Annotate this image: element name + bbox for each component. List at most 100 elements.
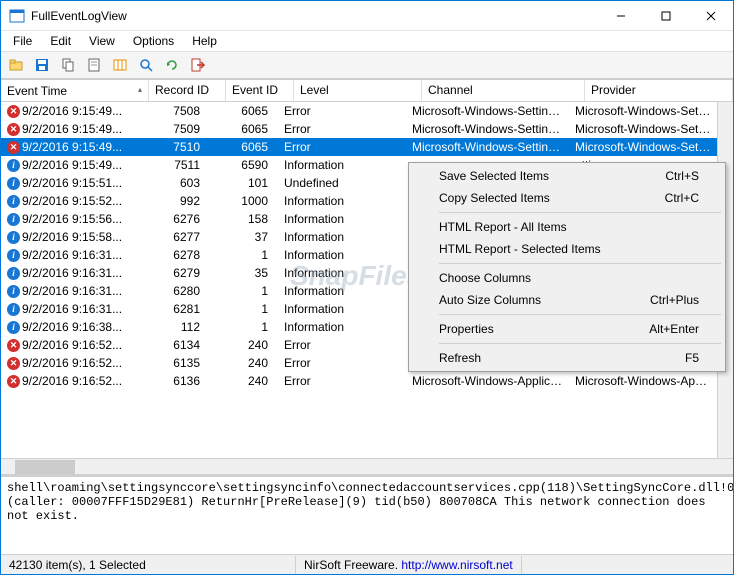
context-menu-item[interactable]: Copy Selected ItemsCtrl+C [411, 187, 723, 209]
cell-record-id: 112 [133, 319, 210, 335]
minimize-button[interactable] [598, 1, 643, 30]
cell-record-id: 6280 [133, 283, 210, 299]
context-menu-item[interactable]: HTML Report - Selected Items [411, 238, 723, 260]
table-row[interactable]: ✕9/2/2016 9:15:49...75096065ErrorMicroso… [1, 120, 733, 138]
window-title: FullEventLogView [31, 9, 598, 23]
cell-level: Error [278, 103, 406, 119]
cell-record-id: 6136 [133, 373, 210, 389]
menu-file[interactable]: File [5, 32, 40, 50]
horizontal-scrollbar[interactable] [1, 458, 733, 474]
info-icon: i [7, 213, 20, 226]
toolbar-exit-button[interactable] [187, 54, 209, 76]
menu-view[interactable]: View [81, 32, 123, 50]
maximize-button[interactable] [643, 1, 688, 30]
toolbar-columns-button[interactable] [109, 54, 131, 76]
sheet-icon [86, 57, 102, 73]
col-event-time[interactable]: Event Time▴ [1, 80, 149, 101]
refresh-icon [164, 57, 180, 73]
cell-time: 9/2/2016 9:16:52... [22, 356, 122, 370]
menu-separator [439, 263, 721, 264]
menu-label: Choose Columns [439, 271, 531, 285]
context-menu-item[interactable]: Properties Alt+Enter [411, 318, 723, 340]
toolbar-open-button[interactable] [5, 54, 27, 76]
col-provider[interactable]: Provider [585, 80, 733, 101]
col-channel[interactable]: Channel [422, 80, 585, 101]
nirsoft-link[interactable]: http://www.nirsoft.net [401, 558, 512, 572]
cell-event-id: 6590 [210, 157, 278, 173]
cell-record-id: 7511 [133, 157, 210, 173]
cell-level: Information [278, 157, 406, 173]
menu-label: Save Selected Items [439, 169, 549, 183]
menu-shortcut: Alt+Enter [649, 322, 699, 336]
sort-asc-icon: ▴ [138, 85, 142, 94]
context-menu[interactable]: Save Selected Items Ctrl+S Copy Selected I… [408, 162, 726, 372]
status-credits: NirSoft Freeware. http://www.nirsoft.net [296, 556, 522, 574]
cell-record-id: 7509 [133, 121, 210, 137]
cell-level: Error [278, 337, 406, 353]
context-menu-item[interactable]: RefreshF5 [411, 347, 723, 369]
toolbar-find-button[interactable] [135, 54, 157, 76]
search-icon [138, 57, 154, 73]
toolbar-copy-button[interactable] [57, 54, 79, 76]
info-icon: i [7, 195, 20, 208]
cell-record-id: 6277 [133, 229, 210, 245]
context-menu-item[interactable]: Auto Size ColumnsCtrl+Plus [411, 289, 723, 311]
save-icon [34, 57, 50, 73]
menu-shortcut: Ctrl+C [665, 191, 699, 205]
cell-provider: Microsoft-Windows-Setting [569, 121, 717, 137]
menu-label: Properties [439, 322, 494, 336]
toolbar-save-button[interactable] [31, 54, 53, 76]
error-icon: ✕ [7, 357, 20, 370]
cell-event-id: 240 [210, 355, 278, 371]
cell-level: Information [278, 193, 406, 209]
cell-channel: Microsoft-Windows-SettingSy... [406, 103, 569, 119]
cell-time: 9/2/2016 9:15:49... [22, 140, 122, 154]
context-menu-item[interactable]: HTML Report - All Items [411, 216, 723, 238]
menu-help[interactable]: Help [184, 32, 225, 50]
col-event-id[interactable]: Event ID [226, 80, 294, 101]
cell-time: 9/2/2016 9:16:52... [22, 338, 122, 352]
col-level[interactable]: Level [294, 80, 422, 101]
cell-event-id: 37 [210, 229, 278, 245]
cell-channel: Microsoft-Windows-SettingSy... [406, 121, 569, 137]
menu-edit[interactable]: Edit [42, 32, 79, 50]
cell-time: 9/2/2016 9:15:51... [22, 176, 122, 190]
table-row[interactable]: ✕9/2/2016 9:15:49...75086065ErrorMicroso… [1, 102, 733, 120]
info-icon: i [7, 267, 20, 280]
table-row[interactable]: ✕9/2/2016 9:16:52...6136240ErrorMicrosof… [1, 372, 733, 390]
menu-options[interactable]: Options [125, 32, 182, 50]
close-button[interactable] [688, 1, 733, 30]
table-row[interactable]: ✕9/2/2016 9:15:49...75106065ErrorMicroso… [1, 138, 733, 156]
info-icon: i [7, 231, 20, 244]
cell-record-id: 6134 [133, 337, 210, 353]
cell-time: 9/2/2016 9:15:58... [22, 230, 122, 244]
columns-icon [112, 57, 128, 73]
cell-level: Information [278, 247, 406, 263]
error-icon: ✕ [7, 105, 20, 118]
cell-record-id: 6276 [133, 211, 210, 227]
cell-event-id: 101 [210, 175, 278, 191]
cell-event-id: 6065 [210, 139, 278, 155]
context-menu-item[interactable]: Choose Columns [411, 267, 723, 289]
cell-event-id: 240 [210, 373, 278, 389]
exit-icon [190, 57, 206, 73]
scrollbar-thumb[interactable] [15, 460, 75, 474]
cell-time: 9/2/2016 9:16:38... [22, 320, 122, 334]
cell-channel: Microsoft-Windows-Applicati... [406, 373, 569, 389]
cell-time: 9/2/2016 9:15:49... [22, 158, 122, 172]
info-icon: i [7, 159, 20, 172]
col-record-id[interactable]: Record ID [149, 80, 226, 101]
info-icon: i [7, 303, 20, 316]
menu-label: Refresh [439, 351, 481, 365]
cell-record-id: 6135 [133, 355, 210, 371]
app-icon [9, 8, 25, 24]
cell-time: 9/2/2016 9:15:49... [22, 122, 122, 136]
cell-event-id: 6065 [210, 103, 278, 119]
menu-shortcut: Ctrl+S [665, 169, 699, 183]
context-menu-item[interactable]: Save Selected Items Ctrl+S [411, 165, 723, 187]
detail-pane[interactable]: shell\roaming\settingsynccore\settingsyn… [1, 474, 733, 554]
toolbar-refresh-button[interactable] [161, 54, 183, 76]
cell-level: Error [278, 139, 406, 155]
toolbar-properties-button[interactable] [83, 54, 105, 76]
cell-time: 9/2/2016 9:16:52... [22, 374, 122, 388]
